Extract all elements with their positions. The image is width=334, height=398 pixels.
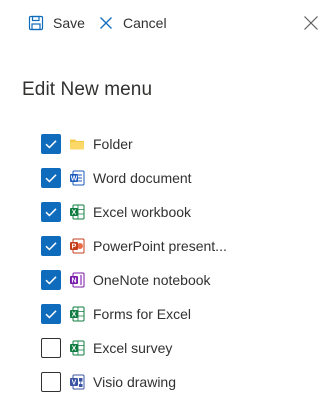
- word-icon: W: [70, 170, 85, 186]
- checkmark-icon: [45, 276, 57, 285]
- svg-text:X: X: [72, 346, 77, 353]
- checkbox-visio[interactable]: [41, 372, 61, 392]
- cancel-label: Cancel: [123, 15, 167, 31]
- svg-text:N: N: [71, 278, 76, 285]
- list-item-word[interactable]: W Word document: [41, 161, 331, 195]
- svg-text:W: W: [71, 176, 78, 183]
- list-item-excel-workbook[interactable]: X Excel workbook: [41, 195, 331, 229]
- checkbox-powerpoint[interactable]: [41, 236, 61, 256]
- checkbox-folder[interactable]: [41, 134, 61, 154]
- panel-title: Edit New menu: [22, 79, 153, 100]
- checkbox-forms-for-excel[interactable]: [41, 304, 61, 324]
- list-item-excel-survey[interactable]: X Excel survey: [41, 331, 331, 365]
- excel-icon: X: [70, 340, 85, 356]
- save-icon: [28, 15, 44, 31]
- list-item-onenote[interactable]: N OneNote notebook: [41, 263, 331, 297]
- checkbox-word[interactable]: [41, 168, 61, 188]
- svg-text:X: X: [72, 312, 77, 319]
- list-item-forms-for-excel[interactable]: X Forms for Excel: [41, 297, 331, 331]
- list-item-folder[interactable]: Folder: [41, 127, 331, 161]
- checkmark-icon: [45, 140, 57, 149]
- save-button[interactable]: Save: [28, 12, 85, 34]
- item-label: OneNote notebook: [93, 272, 211, 288]
- checkmark-icon: [45, 208, 57, 217]
- item-label: Visio drawing: [93, 374, 177, 390]
- excel-icon: X: [70, 306, 85, 322]
- item-label: Word document: [93, 170, 192, 186]
- item-label: Forms for Excel: [93, 306, 192, 322]
- item-label: PowerPoint present...: [93, 238, 227, 254]
- checkmark-icon: [45, 242, 57, 251]
- save-label: Save: [53, 15, 85, 31]
- list-item-powerpoint[interactable]: P PowerPoint present...: [41, 229, 331, 263]
- list-item-visio[interactable]: V Visio drawing: [41, 365, 331, 398]
- checkbox-onenote[interactable]: [41, 270, 61, 290]
- excel-icon: X: [70, 204, 85, 220]
- cancel-x-icon: [100, 17, 112, 29]
- onenote-icon: N: [70, 272, 85, 288]
- svg-text:X: X: [72, 210, 77, 217]
- item-label: Excel workbook: [93, 204, 192, 220]
- checkbox-excel-workbook[interactable]: [41, 202, 61, 222]
- new-menu-list: Folder W Word document X Excel workbook: [41, 127, 331, 398]
- checkmark-icon: [45, 310, 57, 319]
- svg-text:P: P: [72, 244, 77, 251]
- cancel-button[interactable]: Cancel: [98, 12, 167, 34]
- item-label: Folder: [93, 136, 133, 152]
- checkmark-icon: [45, 174, 57, 183]
- svg-text:V: V: [72, 380, 77, 387]
- checkbox-excel-survey[interactable]: [41, 338, 61, 358]
- powerpoint-icon: P: [70, 238, 85, 254]
- item-label: Excel survey: [93, 340, 173, 356]
- close-icon[interactable]: [303, 15, 319, 31]
- command-bar: Save Cancel: [0, 0, 334, 46]
- folder-icon: [70, 139, 84, 150]
- visio-icon: V: [70, 374, 85, 390]
